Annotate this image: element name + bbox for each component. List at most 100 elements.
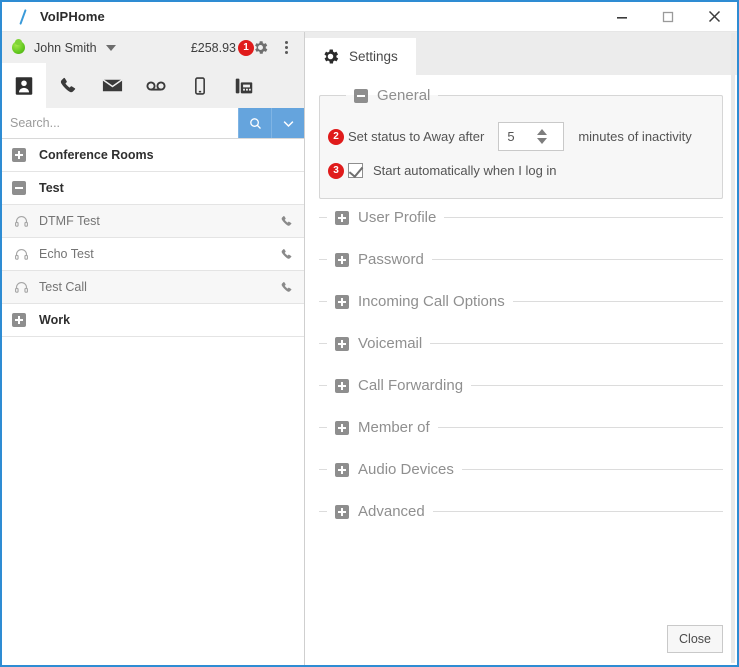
plus-box-icon[interactable] xyxy=(335,294,349,309)
phone-icon xyxy=(281,248,292,259)
chevron-down-icon[interactable] xyxy=(105,44,116,51)
group-label: Conference Rooms xyxy=(39,148,154,162)
section-password: Password xyxy=(319,251,723,268)
right-pane: Settings General 2 Set status to Away af… xyxy=(305,32,737,665)
minimize-icon xyxy=(617,16,627,19)
headset-icon xyxy=(14,247,30,262)
plus-box-icon[interactable] xyxy=(12,148,26,162)
module-tab-bar xyxy=(2,63,304,108)
stepper-arrows[interactable] xyxy=(537,129,548,144)
tab-voicemail[interactable] xyxy=(134,63,178,108)
contact-group-work[interactable]: Work xyxy=(2,304,304,337)
search-input[interactable] xyxy=(2,108,238,138)
away-minutes-stepper[interactable] xyxy=(498,122,565,151)
search-options-button[interactable] xyxy=(271,108,304,138)
settings-footer: Close xyxy=(305,613,737,665)
autostart-checkbox[interactable] xyxy=(348,163,363,178)
section-general: General 2 Set status to Away after m xyxy=(319,87,723,199)
minus-box-icon[interactable] xyxy=(354,88,368,103)
tab-settings[interactable]: Settings xyxy=(305,38,416,75)
settings-content: General 2 Set status to Away after m xyxy=(305,75,737,613)
tab-fax[interactable] xyxy=(222,63,266,108)
contact-list[interactable]: Conference Rooms Test DTMF Test Echo Tes… xyxy=(2,139,304,665)
plus-box-icon[interactable] xyxy=(335,336,349,351)
left-pane: John Smith £258.93 1 Search... Conferenc… xyxy=(2,32,305,665)
overflow-menu-button[interactable] xyxy=(276,38,296,58)
minus-box-icon[interactable] xyxy=(12,181,26,195)
plus-box-icon[interactable] xyxy=(335,420,349,435)
group-label: Work xyxy=(39,313,71,327)
settings-tab-strip: Settings xyxy=(305,32,737,75)
tab-contacts[interactable] xyxy=(2,63,46,108)
contact-group-test[interactable]: Test xyxy=(2,172,304,205)
section-label: Voicemail xyxy=(358,335,423,352)
phone-icon xyxy=(281,281,292,292)
section-member-of-legend[interactable]: Member of xyxy=(327,419,438,436)
away-timeout-row: 2 Set status to Away after minutes of in… xyxy=(328,122,708,151)
headset-icon xyxy=(14,280,30,295)
plus-box-icon[interactable] xyxy=(12,313,26,327)
marker-badge-3: 3 xyxy=(328,162,344,179)
minimize-button[interactable] xyxy=(599,2,645,32)
call-contact-button[interactable] xyxy=(279,247,294,262)
section-advanced-legend[interactable]: Advanced xyxy=(327,503,433,520)
voicemail-icon xyxy=(146,80,166,91)
section-general-label: General xyxy=(377,87,431,104)
autostart-label: Start automatically when I log in xyxy=(373,163,557,178)
envelope-icon xyxy=(101,79,123,92)
kebab-dot xyxy=(284,51,288,54)
contact-group-conference-rooms[interactable]: Conference Rooms xyxy=(2,139,304,172)
section-call-forwarding-legend[interactable]: Call Forwarding xyxy=(327,377,471,394)
close-button[interactable] xyxy=(691,2,737,32)
contact-label: Echo Test xyxy=(39,247,94,261)
chevron-up-icon[interactable] xyxy=(537,129,548,135)
contact-label: DTMF Test xyxy=(39,214,100,228)
window-scrollbar[interactable] xyxy=(731,33,735,663)
autostart-row: 3 Start automatically when I log in xyxy=(328,162,708,179)
maximize-button[interactable] xyxy=(645,2,691,32)
tab-calls[interactable] xyxy=(46,63,90,108)
presence-status-icon[interactable] xyxy=(12,39,25,54)
section-voicemail-legend[interactable]: Voicemail xyxy=(327,335,430,352)
list-item[interactable]: DTMF Test xyxy=(2,205,304,238)
list-item[interactable]: Echo Test xyxy=(2,238,304,271)
section-user-profile-legend[interactable]: User Profile xyxy=(327,209,444,226)
plus-box-icon[interactable] xyxy=(335,210,349,225)
marker-badge-1: 1 xyxy=(238,39,254,56)
section-voicemail: Voicemail xyxy=(319,335,723,352)
main-body: John Smith £258.93 1 Search... Conferenc… xyxy=(2,32,737,665)
group-label: Test xyxy=(39,181,64,195)
account-balance: £258.93 xyxy=(190,40,236,55)
call-contact-button[interactable] xyxy=(279,280,294,295)
maximize-icon xyxy=(662,11,674,22)
close-settings-button[interactable]: Close xyxy=(667,625,723,653)
kebab-dot xyxy=(284,46,288,49)
section-label: Password xyxy=(358,251,424,268)
window-controls xyxy=(599,2,737,32)
call-contact-button[interactable] xyxy=(279,214,294,229)
section-general-legend[interactable]: General xyxy=(346,87,438,104)
tab-mobile[interactable] xyxy=(178,63,222,108)
phone-icon xyxy=(281,215,292,226)
section-label: Audio Devices xyxy=(358,461,454,478)
chevron-down-icon[interactable] xyxy=(537,138,548,144)
section-incoming-call-options-legend[interactable]: Incoming Call Options xyxy=(327,293,513,310)
marker-badge-2: 2 xyxy=(328,128,344,145)
plus-box-icon[interactable] xyxy=(335,504,349,519)
section-audio-devices: Audio Devices xyxy=(319,461,723,478)
list-item[interactable]: Test Call xyxy=(2,271,304,304)
mobile-phone-icon xyxy=(195,76,205,95)
section-call-forwarding: Call Forwarding xyxy=(319,377,723,394)
account-name: John Smith xyxy=(34,40,97,55)
section-audio-devices-legend[interactable]: Audio Devices xyxy=(327,461,462,478)
section-label: User Profile xyxy=(358,209,437,226)
magnifier-icon xyxy=(249,117,261,129)
plus-box-icon[interactable] xyxy=(335,462,349,477)
tab-messages[interactable] xyxy=(90,63,134,108)
search-button[interactable] xyxy=(238,108,271,138)
tab-settings-label: Settings xyxy=(349,49,398,64)
plus-box-icon[interactable] xyxy=(335,252,349,267)
plus-box-icon[interactable] xyxy=(335,378,349,393)
section-password-legend[interactable]: Password xyxy=(327,251,432,268)
away-minutes-input[interactable] xyxy=(499,129,538,144)
